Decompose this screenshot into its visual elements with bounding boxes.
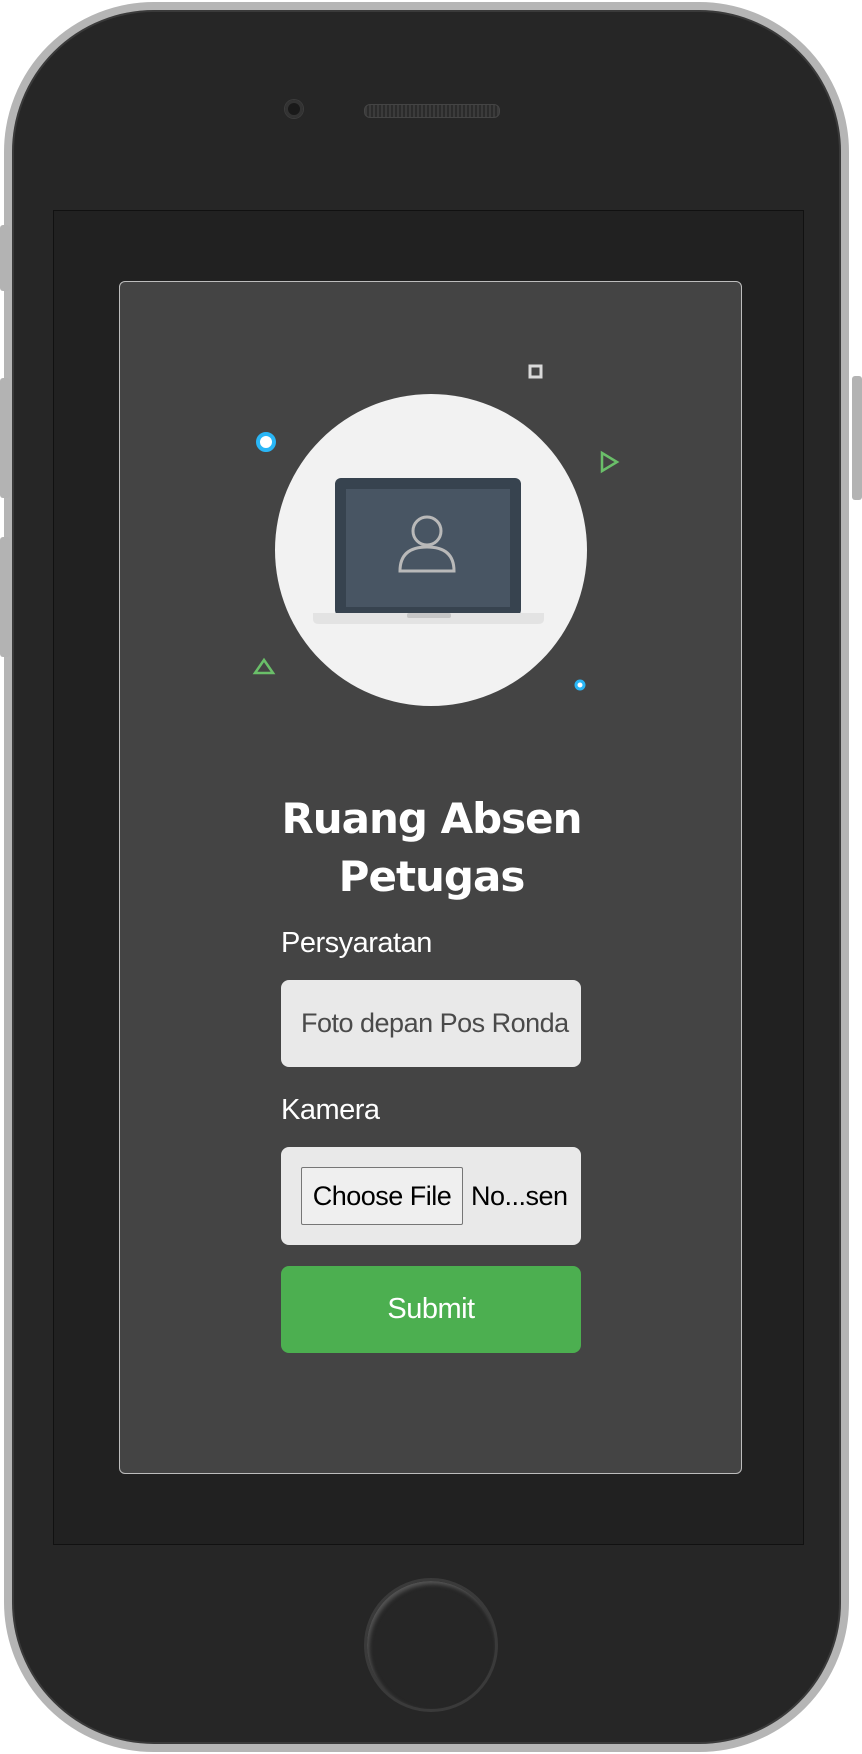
side-button-mute (0, 225, 10, 291)
side-button-volume-up (0, 378, 10, 498)
circle-accent-icon (256, 432, 276, 452)
camera-file-input[interactable]: Choose File No...sen (281, 1147, 581, 1245)
choose-file-button[interactable]: Choose File (301, 1167, 463, 1225)
attendance-card: Ruang Absen Petugas Persyaratan Kamera C… (119, 281, 742, 1474)
speaker-grille (364, 104, 500, 118)
dot-accent-icon (574, 679, 586, 691)
illustration (252, 364, 620, 706)
submit-button[interactable]: Submit (281, 1266, 581, 1353)
requirement-label: Persyaratan (281, 927, 432, 959)
page-title: Ruang Absen Petugas (120, 790, 743, 906)
page-title-line2: Petugas (338, 852, 526, 901)
play-triangle-accent-icon (600, 450, 620, 474)
side-button-volume-down (0, 537, 10, 657)
front-camera (285, 100, 303, 118)
laptop-user-icon (313, 478, 544, 624)
side-button-power (852, 376, 862, 500)
square-accent-icon (528, 364, 543, 379)
triangle-accent-icon (252, 657, 276, 675)
requirement-input[interactable] (281, 980, 581, 1067)
page-title-line1: Ruang Absen (281, 794, 582, 843)
camera-label: Kamera (281, 1094, 380, 1126)
home-button (364, 1578, 498, 1712)
file-status-text: No...sen (471, 1180, 568, 1211)
